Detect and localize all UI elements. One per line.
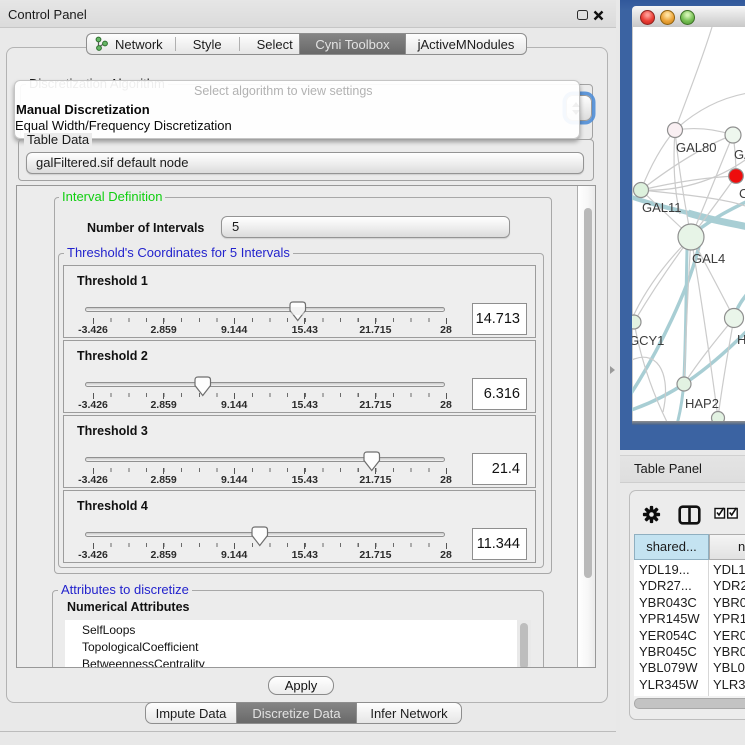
svg-text:GCY1: GCY1 xyxy=(632,333,664,348)
svg-text:GA: GA xyxy=(734,147,745,162)
svg-text:HAP2: HAP2 xyxy=(685,396,719,411)
svg-text:GAL4: GAL4 xyxy=(692,251,725,266)
svg-text:C: C xyxy=(739,186,745,201)
svg-text:GAL80: GAL80 xyxy=(676,140,716,155)
svg-text:GAL11: GAL11 xyxy=(642,200,682,215)
svg-text:H: H xyxy=(737,332,745,347)
